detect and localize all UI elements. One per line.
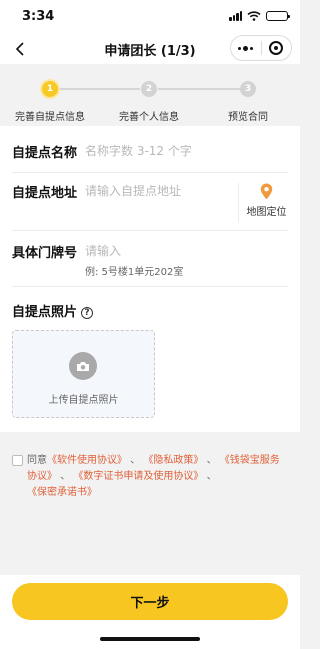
software-agreement-link[interactable]: 《软件使用协议》 (47, 455, 127, 466)
name-input[interactable]: 名称字数 3-12 个字 (85, 142, 192, 159)
step-1-indicator: 1 (42, 81, 58, 97)
upload-photo-button[interactable]: 上传自提点照片 (12, 330, 155, 418)
status-time: 3:34 (22, 9, 55, 24)
battery-icon (266, 11, 290, 21)
door-number-row: 具体门牌号 请输入 例: 5号楼1单元202室 (12, 230, 288, 286)
step-3-indicator: 3 (240, 81, 256, 97)
confidentiality-pledge-link[interactable]: 《保密承诺书》 (27, 487, 97, 498)
door-number-label: 具体门牌号 (12, 246, 78, 261)
address-label: 自提点地址 (12, 186, 78, 201)
camera-icon (69, 352, 97, 380)
agreement-section: 同意《软件使用协议》 、 《隐私政策》 、 《钱袋宝服务协议》 、 《数字证书申… (0, 442, 300, 498)
status-icons (229, 11, 290, 21)
privacy-policy-link[interactable]: 《隐私政策》 (143, 455, 203, 466)
wifi-icon (247, 11, 261, 21)
step-1-label: 完善自提点信息 (15, 112, 85, 123)
next-step-button[interactable]: 下一步 (12, 583, 288, 620)
address-row: 自提点地址 请输入自提点地址 地图定位 (12, 172, 288, 230)
step-connector (158, 88, 240, 90)
door-number-example: 例: 5号楼1单元202室 (85, 267, 184, 278)
agree-prefix: 同意 (27, 455, 47, 466)
nav-bar: 申请团长 (1/3) (0, 34, 300, 64)
pickup-point-form: 自提点名称 名称字数 3-12 个字 自提点地址 请输入自提点地址 地图定位 具… (0, 126, 300, 432)
digital-certificate-agreement-link[interactable]: 《数字证书申请及使用协议》 (73, 471, 203, 482)
signal-icon (229, 11, 242, 21)
agree-checkbox[interactable] (12, 455, 23, 466)
name-label: 自提点名称 (12, 146, 78, 161)
separator: 、 (206, 455, 217, 466)
map-locate-button[interactable]: 地图定位 (238, 183, 288, 223)
step-connector (58, 88, 140, 90)
progress-steps: 1 2 3 完善自提点信息 完善个人信息 预览合同 (0, 64, 300, 126)
more-icon[interactable] (231, 36, 261, 60)
mini-program-capsule (230, 35, 292, 61)
upload-photo-label: 上传自提点照片 (48, 395, 119, 406)
step-2-label: 完善个人信息 (119, 112, 179, 123)
agreement-text: 同意《软件使用协议》 、 《隐私政策》 、 《钱袋宝服务协议》 、 《数字证书申… (12, 453, 288, 501)
address-input[interactable]: 请输入自提点地址 (85, 182, 181, 199)
separator: 、 (60, 471, 71, 482)
photo-row: 自提点照片? (12, 286, 288, 326)
location-pin-icon (260, 183, 273, 200)
help-icon[interactable]: ? (81, 307, 94, 319)
step-2-indicator: 2 (141, 81, 157, 97)
door-number-input[interactable]: 请输入 (85, 242, 121, 259)
home-indicator (100, 637, 200, 641)
close-target-icon[interactable] (262, 36, 292, 60)
photo-label: 自提点照片? (12, 301, 94, 320)
separator: 、 (130, 455, 141, 466)
map-locate-label: 地图定位 (246, 207, 287, 218)
status-bar: 3:34 (0, 0, 300, 34)
separator: 、 (206, 471, 217, 482)
step-3-label: 预览合同 (228, 112, 268, 123)
name-row: 自提点名称 名称字数 3-12 个字 (12, 126, 288, 172)
